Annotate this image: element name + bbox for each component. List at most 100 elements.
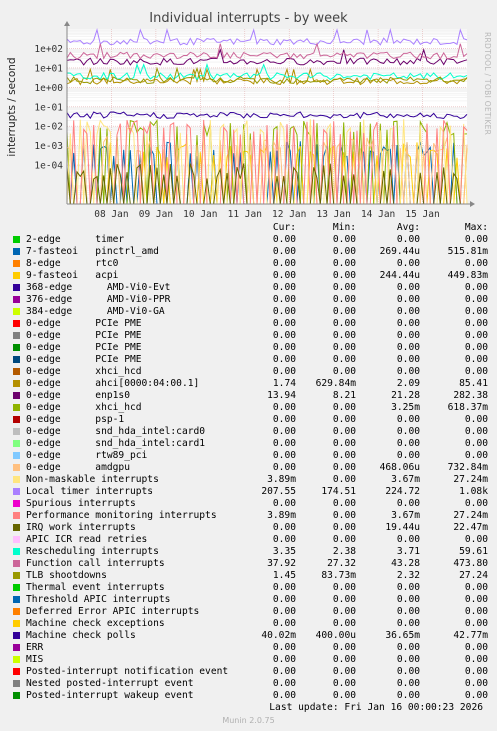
- legend-max-value: 0.00: [464, 678, 488, 689]
- legend-label: Function call interrupts: [26, 558, 165, 569]
- legend-min-value: 0.00: [332, 402, 356, 413]
- legend-min-value: 400.00u: [315, 630, 356, 641]
- legend-min-value: 0.00: [332, 522, 356, 533]
- legend-max-value: 0.00: [464, 414, 488, 425]
- legend-min-value: 0.00: [332, 294, 356, 305]
- legend-swatch: [13, 428, 20, 435]
- legend-label: 0-edge psp-1: [26, 414, 125, 425]
- legend-swatch: [13, 512, 20, 519]
- legend-max-value: 732.84m: [447, 462, 488, 473]
- legend-avg-value: 0.00: [396, 642, 420, 653]
- legend-label: 0-edge xhci_hcd: [26, 366, 142, 377]
- legend-label: TLB shootdowns: [26, 570, 107, 581]
- legend-label: Non-maskable interrupts: [26, 474, 159, 485]
- legend-swatch: [13, 608, 20, 615]
- legend-cur-value: 0.00: [272, 342, 296, 353]
- legend-swatch: [13, 668, 20, 675]
- legend-avg-value: 0.00: [396, 342, 420, 353]
- legend-cur-value: 0.00: [272, 330, 296, 341]
- legend-row: 0-edge PCIe PME 0.00 0.00 0.00 0.00: [10, 330, 490, 342]
- legend-min-value: 0.00: [332, 606, 356, 617]
- legend-avg-value: 0.00: [396, 330, 420, 341]
- legend-row: 376-edge AMD-Vi0-PPR 0.00 0.00 0.00 0.00: [10, 294, 490, 306]
- legend-row: 0-edge PCIe PME 0.00 0.00 0.00 0.00: [10, 354, 490, 366]
- legend-max-value: 449.83m: [447, 270, 488, 281]
- col-cur: Cur:: [272, 222, 296, 233]
- legend-label: 9-fasteoi acpi: [26, 270, 119, 281]
- legend-avg-value: 43.28: [391, 558, 420, 569]
- legend-avg-value: 468.06u: [379, 462, 420, 473]
- legend-swatch: [13, 320, 20, 327]
- legend-swatch: [13, 548, 20, 555]
- legend-swatch: [13, 260, 20, 267]
- legend-cur-value: 0.00: [272, 642, 296, 653]
- legend-avg-value: 269.44u: [379, 246, 420, 257]
- legend-label: Performance monitoring interrupts: [26, 510, 217, 521]
- legend-max-value: 282.38: [453, 390, 488, 401]
- legend-row: 0-edge snd_hda_intel:card1 0.00 0.00 0.00 0.…: [10, 438, 490, 450]
- legend-min-value: 0.00: [332, 282, 356, 293]
- legend-avg-value: 0.00: [396, 258, 420, 269]
- legend-max-value: 0.00: [464, 534, 488, 545]
- legend-min-value: 0.00: [332, 498, 356, 509]
- legend-cur-value: 0.00: [272, 462, 296, 473]
- legend-max-value: 42.77m: [453, 630, 488, 641]
- legend-max-value: 59.61: [459, 546, 488, 557]
- legend-row: IRQ work interrupts 0.00 0.00 19.44u 22.47m: [10, 522, 490, 534]
- legend-cur-value: 0.00: [272, 354, 296, 365]
- legend-max-value: 0.00: [464, 606, 488, 617]
- legend-max-value: 0.00: [464, 342, 488, 353]
- legend-swatch: [13, 536, 20, 543]
- legend-max-value: 0.00: [464, 234, 488, 245]
- legend-avg-value: 2.09: [396, 378, 420, 389]
- legend-avg-value: 0.00: [396, 318, 420, 329]
- legend-avg-value: 0.00: [396, 666, 420, 677]
- legend-label: Posted-interrupt wakeup event: [26, 690, 194, 701]
- legend-swatch: [13, 524, 20, 531]
- legend-min-value: 0.00: [332, 642, 356, 653]
- legend-label: Deferred Error APIC interrupts: [26, 606, 200, 617]
- legend-label: 0-edge enp1s0: [26, 390, 130, 401]
- legend-row: TLB shootdowns 1.45 83.73m 2.32 27.24: [10, 570, 490, 582]
- legend-row: 0-edge amdgpu 0.00 0.00 468.06u 732.84m: [10, 462, 490, 474]
- legend-label: 0-edge PCIe PME: [26, 354, 142, 365]
- legend-swatch: [13, 572, 20, 579]
- x-tick-label: 08 Jan: [94, 209, 128, 220]
- legend-cur-value: 0.00: [272, 414, 296, 425]
- legend-row: Non-maskable interrupts 3.89m 0.00 3.67m 27.…: [10, 474, 490, 486]
- legend-cur-value: 0.00: [272, 318, 296, 329]
- legend-label: Machine check polls: [26, 630, 136, 641]
- legend-max-value: 27.24m: [453, 474, 488, 485]
- legend-swatch: [13, 452, 20, 459]
- legend-min-value: 0.00: [332, 342, 356, 353]
- legend-row: Rescheduling interrupts 3.35 2.38 3.71 59.61: [10, 546, 490, 558]
- y-tick-label: 1e+00: [34, 83, 63, 94]
- legend-cur-value: 0.00: [272, 426, 296, 437]
- legend-swatch: [13, 368, 20, 375]
- legend-min-value: 0.00: [332, 234, 356, 245]
- legend-avg-value: 224.72: [385, 486, 420, 497]
- legend-avg-value: 0.00: [396, 234, 420, 245]
- legend-label: 7-fasteoi pinctrl_amd: [26, 246, 159, 257]
- legend-max-value: 85.41: [459, 378, 488, 389]
- legend-min-value: 0.00: [332, 318, 356, 329]
- legend-label: 0-edge PCIe PME: [26, 318, 142, 329]
- x-tick-label: 09 Jan: [139, 209, 173, 220]
- legend-max-value: 27.24: [459, 570, 488, 581]
- legend-cur-value: 0.00: [272, 690, 296, 701]
- legend-max-value: 0.00: [464, 498, 488, 509]
- legend-cur-value: 0.00: [272, 366, 296, 377]
- legend-cur-value: 0.00: [272, 450, 296, 461]
- legend-label: Posted-interrupt notification event: [26, 666, 229, 677]
- legend-avg-value: 3.25m: [391, 402, 420, 413]
- legend-swatch: [13, 560, 20, 567]
- legend-row: 384-edge AMD-Vi0-GA 0.00 0.00 0.00 0.00: [10, 306, 490, 318]
- legend-swatch: [13, 464, 20, 471]
- legend-row: Nested posted-interrupt event 0.00 0.00 0.0…: [10, 678, 490, 690]
- legend-label: 0-edge snd_hda_intel:card1: [26, 438, 206, 449]
- legend-min-value: 0.00: [332, 474, 356, 485]
- legend-swatch: [13, 416, 20, 423]
- legend-avg-value: 0.00: [396, 426, 420, 437]
- legend-cur-value: 0.00: [272, 678, 296, 689]
- legend-cur-value: 0.00: [272, 534, 296, 545]
